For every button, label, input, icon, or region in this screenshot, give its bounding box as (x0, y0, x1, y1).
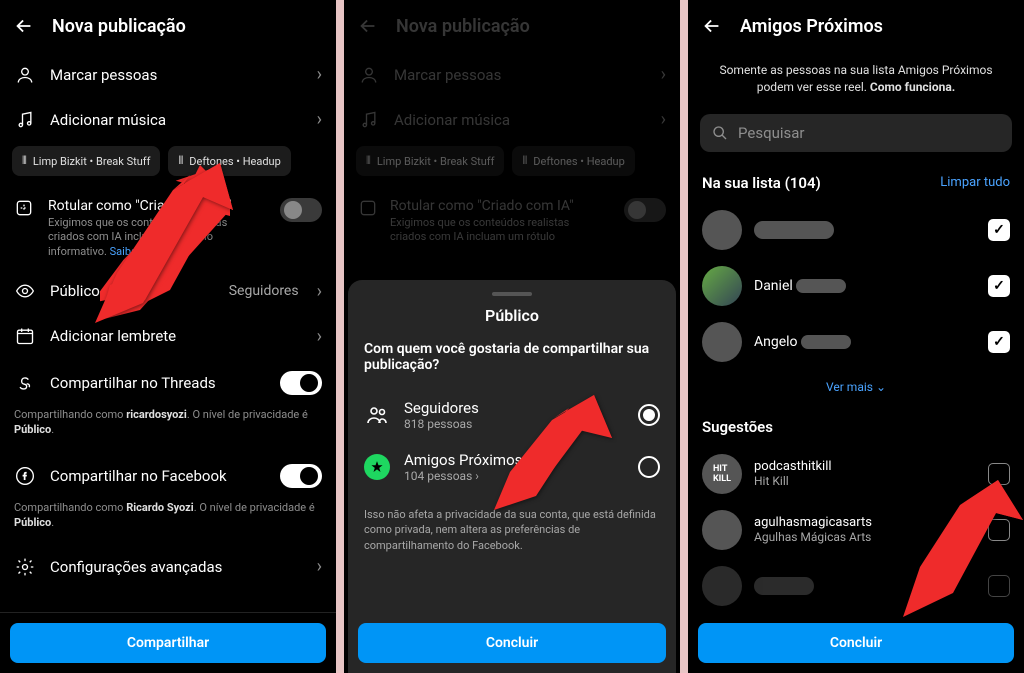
eye-icon (14, 281, 36, 301)
threads-icon (14, 373, 36, 393)
search-icon (712, 125, 728, 141)
music-chips: ⦀Limp Bizkit • Break Stuff ⦀Deftones • H… (344, 142, 680, 188)
facebook-icon (14, 466, 36, 486)
avatar (702, 322, 742, 362)
screen-close-friends: Amigos Próximos Somente as pessoas na su… (688, 0, 1024, 673)
done-button[interactable]: Concluir (358, 623, 666, 663)
screen-audience-modal: Nova publicação Marcar pessoas › Adicion… (344, 0, 680, 673)
page-title: Nova publicação (396, 16, 530, 37)
list-item[interactable]: Angelo (688, 314, 1024, 370)
person-icon (14, 65, 36, 85)
ai-toggle[interactable] (280, 198, 322, 222)
chevron-right-icon: › (317, 326, 322, 347)
list-item[interactable]: Daniel (688, 258, 1024, 314)
music-chip: ⦀Limp Bizkit • Break Stuff (356, 146, 504, 176)
tag-people-row: Marcar pessoas › (344, 52, 680, 97)
checkbox[interactable] (988, 219, 1010, 241)
suggestions-head: Sugestões (688, 404, 1024, 446)
search-input[interactable]: Pesquisar (700, 114, 1012, 152)
info-text: Somente as pessoas na sua lista Amigos P… (688, 52, 1024, 106)
facebook-label: Compartilhar no Facebook (50, 467, 266, 485)
share-button[interactable]: Compartilhar (10, 623, 326, 663)
radio-button[interactable] (638, 456, 660, 478)
chevron-down-icon: ⌄ (876, 380, 886, 394)
person-icon (358, 65, 380, 85)
person-name: Daniel (754, 278, 976, 294)
bars-icon: ⦀ (22, 154, 27, 168)
advanced-row[interactable]: Configurações avançadas › (0, 544, 336, 589)
header: Amigos Próximos (688, 0, 1024, 52)
bottom-bar: Concluir (348, 613, 676, 673)
avatar: HITKILL (702, 454, 742, 494)
star-icon (364, 454, 390, 480)
drag-handle[interactable] (492, 292, 532, 296)
back-icon[interactable] (700, 14, 724, 38)
avatar (702, 510, 742, 550)
avatar (702, 566, 742, 606)
people-icon (364, 402, 390, 428)
page-title: Nova publicação (52, 16, 186, 37)
ai-label-row: Rotular como "Criado com IA" Exigimos qu… (344, 188, 680, 255)
audience-value: Seguidores (229, 283, 299, 299)
add-music-row[interactable]: Adicionar música › (0, 97, 336, 142)
person-name: Angelo (754, 334, 976, 350)
chevron-right-icon: › (317, 556, 322, 577)
calendar-icon (14, 326, 36, 346)
list-section-head: Na sua lista (104) Limpar tudo (688, 160, 1024, 202)
chevron-right-icon: › (317, 64, 322, 85)
advanced-label: Configurações avançadas (50, 558, 303, 576)
username: podcasthitkill (754, 459, 976, 474)
clear-all-link[interactable]: Limpar tudo (940, 175, 1010, 190)
chevron-right-icon: › (317, 281, 322, 302)
music-chip: ⦀Deftones • Headup (512, 146, 634, 176)
chevron-right-icon: › (317, 109, 322, 130)
search-placeholder: Pesquisar (738, 124, 805, 142)
list-title: Na sua lista (104) (702, 174, 821, 192)
chevron-right-icon: › (661, 64, 666, 85)
tutorial-arrow (494, 390, 614, 510)
header: Nova publicação (344, 0, 680, 52)
avatar (702, 266, 742, 306)
tutorial-arrow (898, 475, 1024, 620)
bottom-bar: Compartilhar (0, 612, 336, 673)
facebook-row[interactable]: Compartilhar no Facebook (0, 452, 336, 500)
chevron-right-icon: › (661, 109, 666, 130)
suggestions-title: Sugestões (702, 418, 773, 436)
facebook-toggle[interactable] (280, 464, 322, 488)
threads-label: Compartilhar no Threads (50, 374, 266, 392)
avatar (702, 210, 742, 250)
facebook-desc: Compartilhando como Ricardo Syozi. O nív… (0, 500, 336, 545)
sparkle-icon (358, 198, 378, 222)
tag-people-label: Marcar pessoas (50, 66, 303, 84)
music-icon (358, 110, 380, 130)
checkbox[interactable] (988, 275, 1010, 297)
threads-toggle[interactable] (280, 371, 322, 395)
show-more-link[interactable]: Ver mais ⌄ (688, 370, 1024, 404)
gear-icon (14, 557, 36, 577)
person-name (754, 221, 976, 239)
add-music-label: Adicionar música (50, 111, 303, 129)
tutorial-arrow (95, 155, 235, 325)
screen-new-post: Nova publicação Marcar pessoas › Adicion… (0, 0, 336, 673)
add-music-row: Adicionar música › (344, 97, 680, 142)
threads-desc: Compartilhando como ricardosyozi. O níve… (0, 407, 336, 452)
header: Nova publicação (0, 0, 336, 52)
back-icon[interactable] (356, 14, 380, 38)
bottom-bar: Concluir (688, 613, 1024, 673)
checkbox[interactable] (988, 331, 1010, 353)
done-button[interactable]: Concluir (698, 623, 1014, 663)
ai-toggle (624, 198, 666, 222)
threads-row[interactable]: Compartilhar no Threads (0, 359, 336, 407)
page-title: Amigos Próximos (740, 16, 883, 37)
reminder-label: Adicionar lembrete (50, 327, 303, 345)
music-icon (14, 110, 36, 130)
sheet-question: Com quem você gostaria de compartilhar s… (348, 341, 676, 389)
list-item[interactable] (688, 202, 1024, 258)
sheet-title: Público (348, 306, 676, 341)
tag-people-row[interactable]: Marcar pessoas › (0, 52, 336, 97)
radio-button[interactable] (638, 404, 660, 426)
sparkle-icon (14, 198, 36, 222)
back-icon[interactable] (12, 14, 36, 38)
